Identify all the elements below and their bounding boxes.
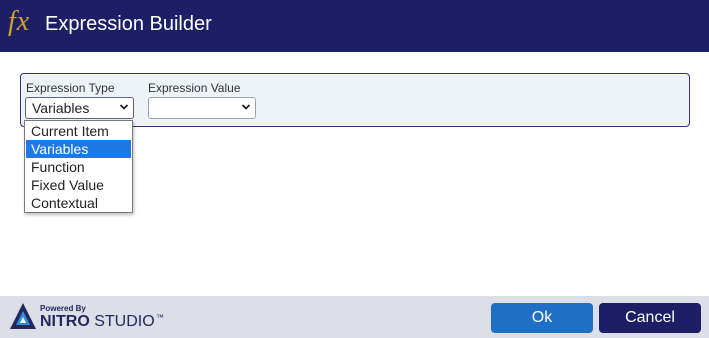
powered-by-text: Powered By	[40, 304, 86, 313]
expression-type-selected: Variables	[32, 100, 90, 116]
chevron-down-icon	[119, 104, 129, 110]
expression-type-label: Expression Type	[26, 81, 115, 95]
trademark-symbol: ™	[156, 313, 164, 322]
brand-bold: NITRO	[40, 313, 90, 330]
option-variables[interactable]: Variables	[26, 140, 131, 158]
dialog-title: Expression Builder	[45, 13, 212, 35]
expression-type-dropdown: Current Item Variables Function Fixed Va…	[24, 120, 133, 213]
brand-name: NITRO STUDIO	[40, 313, 155, 331]
ok-button[interactable]: Ok	[491, 303, 593, 333]
expression-type-select[interactable]: Variables	[25, 97, 134, 119]
cancel-button[interactable]: Cancel	[599, 303, 701, 333]
nitro-logo-icon	[10, 303, 36, 329]
option-contextual[interactable]: Contextual	[26, 194, 131, 212]
expression-value-label: Expression Value	[148, 81, 241, 95]
expression-value-select[interactable]	[148, 97, 256, 119]
option-function[interactable]: Function	[26, 158, 131, 176]
fx-icon: fx	[8, 6, 31, 37]
chevron-down-icon	[241, 104, 251, 110]
brand-rest: STUDIO	[89, 313, 155, 330]
option-fixed-value[interactable]: Fixed Value	[26, 176, 131, 194]
option-current-item[interactable]: Current Item	[26, 122, 131, 140]
